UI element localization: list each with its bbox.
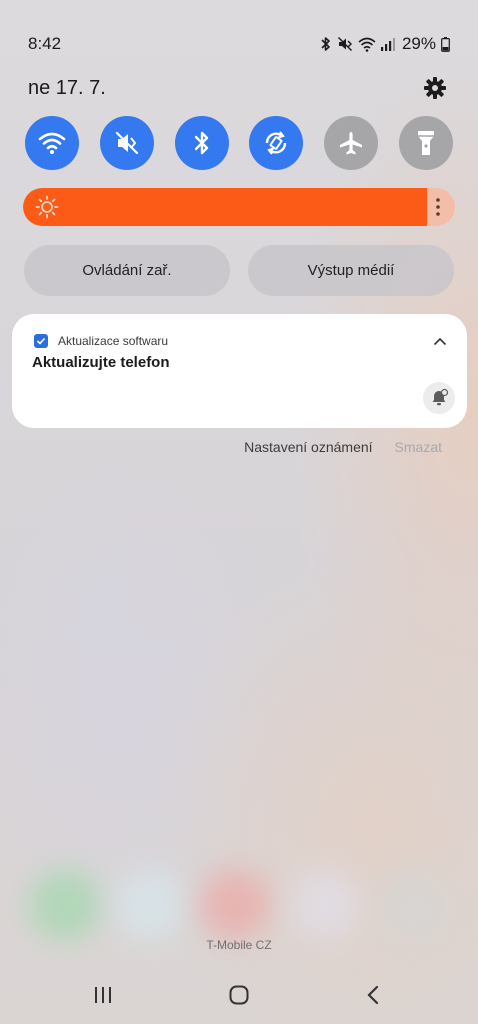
bluetooth-toggle[interactable] (174, 116, 229, 170)
battery-icon (441, 36, 450, 52)
home-icon[interactable] (224, 983, 254, 1007)
notification-settings-link[interactable]: Nastavení oznámení (244, 439, 372, 459)
notification-card[interactable]: Aktualizace softwaru Aktualizujte telefo… (12, 314, 467, 428)
chevron-up-icon[interactable] (431, 332, 449, 350)
wifi-icon (358, 37, 376, 52)
flashlight-icon (417, 131, 434, 155)
bell-settings-icon[interactable] (423, 382, 455, 414)
quick-settings-row (25, 116, 453, 172)
autorotate-toggle[interactable] (249, 116, 304, 170)
notification-header: Aktualizace softwaru (34, 332, 449, 350)
status-bar: 8:42 29% (28, 30, 450, 58)
status-time: 8:42 (28, 34, 62, 53)
airplane-icon (340, 132, 363, 155)
sun-icon (35, 195, 59, 219)
sound-toggle[interactable] (99, 116, 154, 170)
status-icons: 29% (320, 34, 450, 54)
more-options-icon[interactable] (430, 196, 446, 218)
brightness-slider[interactable] (23, 188, 455, 226)
gear-icon[interactable] (422, 75, 448, 101)
header-row: ne 17. 7. (28, 72, 448, 104)
signal-icon (380, 37, 395, 51)
wifi-icon (38, 132, 66, 154)
mute-icon (337, 36, 353, 52)
date-text[interactable]: ne 17. 7. (28, 77, 106, 100)
clear-notifications-link[interactable]: Smazat (395, 439, 442, 459)
brightness-fill (23, 188, 427, 226)
bluetooth-icon (320, 36, 332, 52)
mute-icon (115, 131, 138, 155)
airplane-toggle[interactable] (324, 116, 379, 170)
media-output-button[interactable]: Výstup médií (248, 245, 454, 296)
back-icon[interactable] (358, 983, 388, 1007)
notification-title: Aktualizujte telefon (32, 354, 170, 371)
notification-actions: Nastavení oznámení Smazat (244, 439, 442, 459)
wifi-toggle[interactable] (25, 116, 79, 170)
bluetooth-icon (194, 131, 208, 155)
notification-app-name: Aktualizace softwaru (58, 334, 169, 348)
autorotate-icon (266, 131, 287, 155)
software-update-icon (34, 334, 48, 348)
recents-icon[interactable] (88, 983, 118, 1007)
carrier-label: T-Mobile CZ (206, 938, 272, 952)
navigation-bar (0, 975, 478, 1015)
flashlight-toggle[interactable] (398, 116, 453, 170)
control-pills: Ovládání zař. Výstup médií (24, 245, 454, 297)
battery-percent: 29% (401, 34, 436, 53)
device-control-button[interactable]: Ovládání zař. (24, 245, 230, 296)
